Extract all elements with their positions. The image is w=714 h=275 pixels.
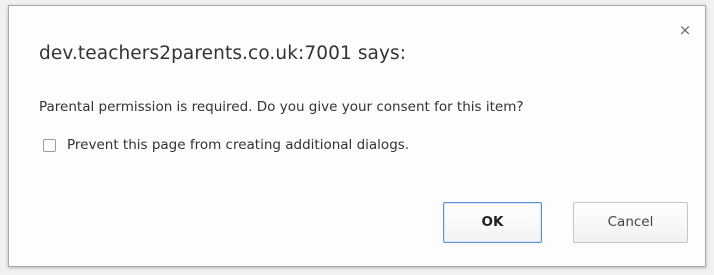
cancel-button[interactable]: Cancel: [573, 202, 688, 243]
close-icon[interactable]: ×: [676, 21, 694, 39]
ok-button[interactable]: OK: [443, 202, 542, 243]
dialog-message: Parental permission is required. Do you …: [39, 99, 524, 115]
prevent-dialogs-checkbox[interactable]: [43, 138, 56, 152]
alert-dialog: × dev.teachers2parents.co.uk:7001 says: …: [8, 5, 706, 267]
dialog-title: dev.teachers2parents.co.uk:7001 says:: [39, 43, 407, 64]
prevent-dialogs-label[interactable]: Prevent this page from creating addition…: [67, 137, 409, 153]
prevent-dialogs-option[interactable]: Prevent this page from creating addition…: [43, 137, 409, 153]
